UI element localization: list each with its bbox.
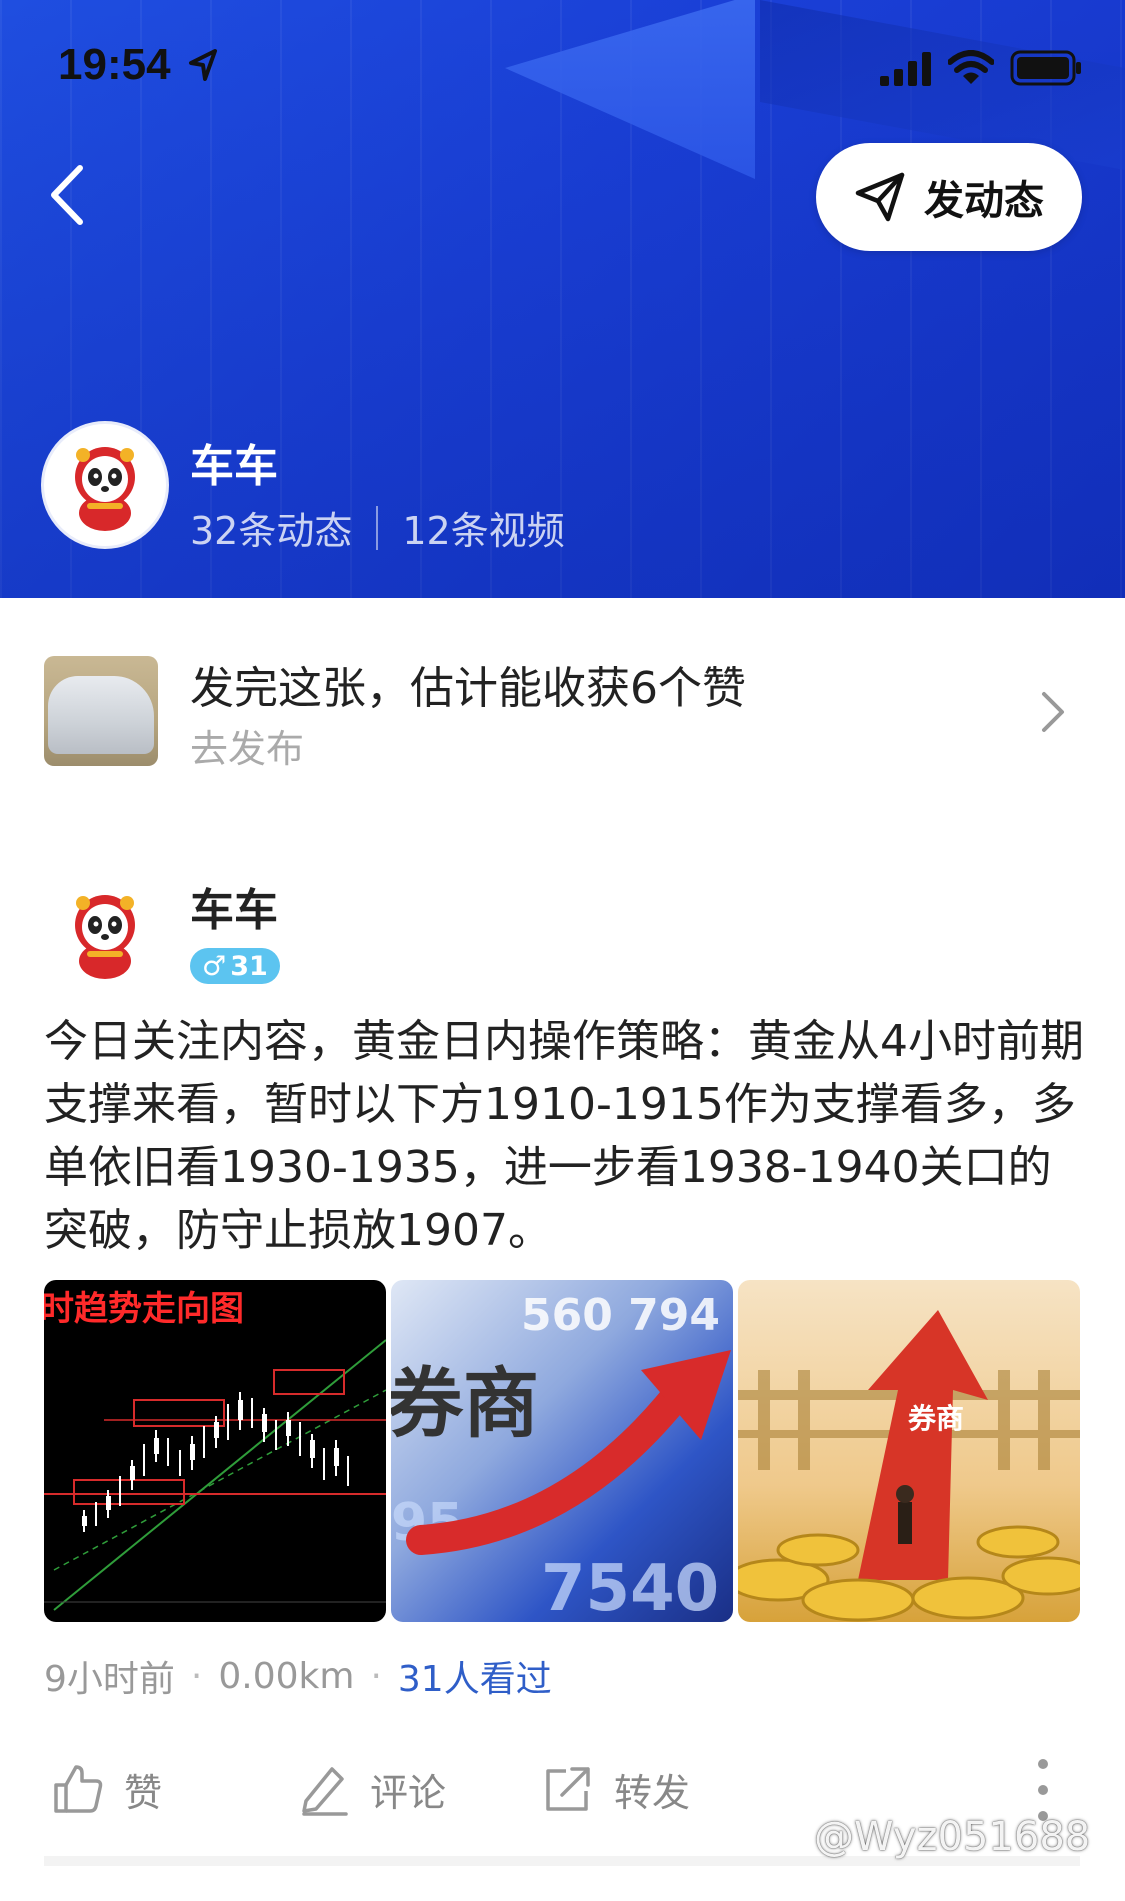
like-label: 赞 [124, 1770, 163, 1815]
videos-count-link[interactable]: 12条视频 [402, 500, 564, 555]
location-arrow-icon [189, 49, 217, 81]
gold-coins-image: 券商 [738, 1310, 1080, 1622]
meta-separator: · [190, 1655, 203, 1697]
like-button[interactable]: 赞 [50, 1754, 162, 1824]
publish-prompt-title: 发完这张，估计能收获6个赞 [190, 663, 746, 714]
battery-icon [1010, 50, 1081, 86]
share-button[interactable]: 转发 [540, 1754, 690, 1824]
age-value: 31 [230, 950, 268, 982]
gender-age-badge: ♂ 31 [190, 948, 280, 984]
meta-separator: · [370, 1655, 382, 1697]
comment-button[interactable]: 评论 [296, 1754, 446, 1824]
post-distance: 0.00km [218, 1655, 355, 1697]
brokerage-label-1: 券商 [391, 1359, 539, 1448]
profile-stats: 32条动态 12条视频 [190, 500, 565, 555]
watermark-text: @Wyz051688 [814, 1814, 1091, 1860]
share-arrow-icon [546, 1767, 590, 1811]
profile-name: 车车 [190, 441, 278, 492]
chevron-right-icon [1042, 692, 1064, 732]
back-button[interactable] [44, 160, 94, 230]
post-image-trend-chart[interactable]: 时趋势走向图 [44, 1280, 386, 1622]
thumbs-up-icon [54, 1765, 103, 1813]
post-image-brokerage-arrow[interactable]: 560 794 52 7540 47 7540 95 券商 [391, 1280, 733, 1622]
panda-mascot-icon [75, 895, 135, 979]
post-text: 今日关注内容，黄金日内操作策略：黄金从4小时前期支撑来看，暂时以下方1910-1… [44, 1016, 1084, 1256]
post-meta: 9小时前 · 0.00km · 31人看过 [44, 1650, 552, 1702]
publish-prompt-row[interactable]: 发完这张，估计能收获6个赞 去发布 [0, 640, 1125, 780]
post-author-avatar[interactable] [44, 872, 166, 994]
brokerage-label-2: 券商 [908, 1402, 964, 1435]
pen-edit-icon [302, 1767, 348, 1816]
post-time: 9小时前 [44, 1659, 175, 1700]
post-author-name[interactable]: 车车 [190, 874, 278, 938]
profile-page: 19:54 发动态 车车 32条动态 12条视频 发完这张，估计能收获6个赞 去… [0, 0, 1125, 1901]
comment-label: 评论 [370, 1770, 447, 1815]
posts-count-link[interactable]: 32条动态 [190, 500, 352, 555]
post-dynamic-label: 发动态 [924, 178, 1044, 224]
stats-divider [376, 505, 379, 550]
cellular-signal-icon [880, 52, 931, 86]
publish-prompt-action: 去发布 [190, 727, 305, 771]
covered-car-image [48, 676, 154, 754]
post-dynamic-button[interactable]: 发动态 [816, 143, 1082, 251]
publish-thumbnail [44, 656, 158, 766]
post-image-gold-coins[interactable]: 券商 [738, 1280, 1080, 1622]
numbers-text: 560 794 52 7540 47 [521, 1290, 733, 1341]
share-label: 转发 [614, 1770, 691, 1815]
wifi-icon [948, 50, 994, 84]
numbers-arrow-image: 560 794 52 7540 47 7540 95 券商 [391, 1290, 733, 1622]
post-image-grid: 时趋势走向图 560 794 7540 95 券商 券商 [44, 1280, 1080, 1622]
candlestick-chart-image: 时趋势走向图 [44, 1289, 386, 1611]
male-icon: ♂ [202, 950, 227, 982]
status-bar: 19:54 [0, 0, 1125, 140]
panda-mascot-icon [55, 435, 155, 535]
profile-avatar[interactable] [44, 424, 166, 546]
send-plane-icon [855, 172, 905, 222]
svg-text:7540: 7540 [541, 1552, 719, 1622]
status-time: 19:54 [58, 40, 171, 89]
trend-chart-title: 时趋势走向图 [44, 1289, 244, 1329]
post-views-link[interactable]: 31人看过 [398, 1650, 552, 1702]
